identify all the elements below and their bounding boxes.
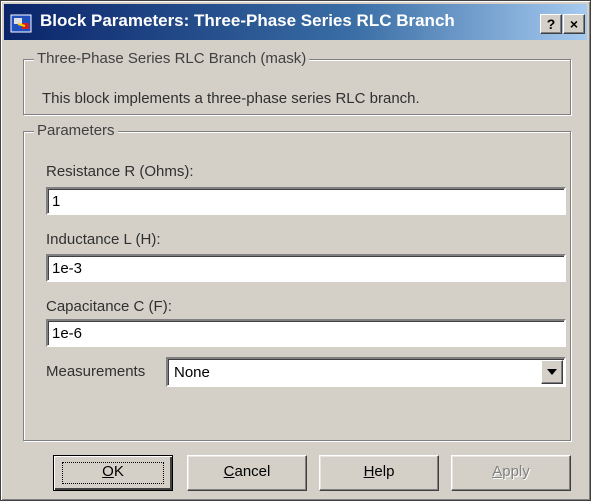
ok-mnemonic: O: [102, 463, 114, 480]
help-button[interactable]: Help: [319, 455, 439, 491]
measurements-dropdown[interactable]: None: [166, 357, 566, 387]
help-label-rest: elp: [374, 463, 395, 480]
close-button[interactable]: ×: [563, 14, 585, 34]
resistance-input[interactable]: [46, 187, 566, 215]
mask-description: This block implements a three-phase seri…: [42, 90, 420, 107]
apply-button[interactable]: Apply: [451, 455, 571, 491]
apply-mnemonic: A: [492, 463, 503, 480]
mask-groupbox: Three-Phase Series RLC Branch (mask) Thi…: [23, 50, 571, 115]
ok-button[interactable]: OK: [53, 455, 173, 491]
context-help-button[interactable]: ?: [540, 14, 562, 34]
cancel-mnemonic: C: [223, 463, 235, 480]
help-mnemonic: H: [363, 463, 375, 480]
ok-label-rest: K: [113, 463, 124, 480]
simulink-block-icon: [10, 14, 32, 33]
parameters-group-title: Parameters: [34, 122, 118, 139]
title-bar[interactable]: Block Parameters: Three-Phase Series RLC…: [4, 4, 587, 40]
inductance-label: Inductance L (H):: [46, 231, 161, 248]
cancel-button[interactable]: Cancel: [187, 455, 307, 491]
resistance-label: Resistance R (Ohms):: [46, 163, 194, 180]
capacitance-label: Capacitance C (F):: [46, 298, 172, 315]
cancel-label-rest: ancel: [234, 463, 271, 480]
inductance-input[interactable]: [46, 254, 566, 282]
capacitance-input[interactable]: [46, 319, 566, 347]
dialog-window: Block Parameters: Three-Phase Series RLC…: [0, 0, 591, 501]
measurements-selected-value: None: [174, 364, 210, 381]
mask-group-title: Three-Phase Series RLC Branch (mask): [34, 50, 310, 67]
chevron-down-icon[interactable]: [541, 360, 563, 384]
measurements-label: Measurements: [46, 363, 146, 380]
apply-label-rest: pply: [502, 463, 530, 480]
window-title: Block Parameters: Three-Phase Series RLC…: [40, 11, 455, 30]
